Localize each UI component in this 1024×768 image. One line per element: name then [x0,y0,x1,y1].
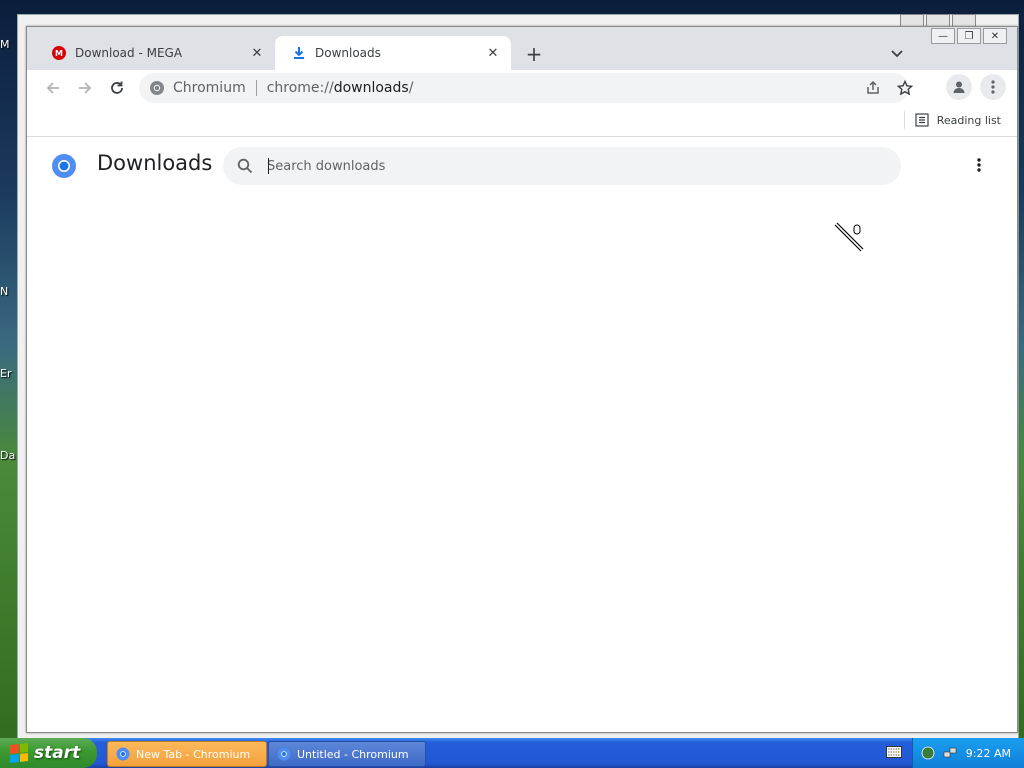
desktop-icon-label[interactable]: Da [0,449,15,462]
desktop-icon-label[interactable]: M [0,38,10,51]
taskbar-item-untitled[interactable]: Untitled - Chromium [268,741,426,767]
tab-title: Downloads [315,46,381,60]
chromium-icon [116,747,130,761]
page-title: Downloads [97,151,213,175]
omnibox-divider [255,80,257,96]
reading-list-label: Reading list [936,113,1001,127]
clock[interactable]: 9:22 AM [966,747,1011,760]
maximize-icon[interactable]: ❐ [957,28,981,44]
reading-list-icon [915,113,929,127]
close-tab-icon[interactable]: ✕ [483,43,503,63]
browser-window: M Download - MEGA ✕ Downloads ✕ + — ❐ ✕ [26,26,1018,733]
desktop-icon-label[interactable]: N [0,285,8,298]
downloads-header: Downloads [27,137,1017,193]
tab-download-mega[interactable]: M Download - MEGA ✕ [35,36,275,70]
chromium-icon [150,81,164,95]
taskbar-item-label: New Tab - Chromium [136,747,251,761]
window-caption-buttons: — ❐ ✕ [931,28,1007,44]
reload-icon[interactable] [103,74,131,102]
browser-toolbar: Chromium chrome://downloads/ [27,70,1017,106]
bookmarks-bar: Reading list [27,106,1017,137]
taskbar-item-new-tab[interactable]: New Tab - Chromium [107,741,267,767]
chromium-icon [277,747,291,761]
keyboard-icon[interactable] [886,745,902,759]
tab-title: Download - MEGA [75,46,183,60]
reading-list-button[interactable]: Reading list [903,111,1001,129]
site-label: Chromium [173,80,246,96]
mega-icon: M [51,45,67,61]
text-caret [268,158,269,174]
security-shield-icon[interactable] [921,746,935,760]
start-label: start [34,743,81,763]
close-window-icon[interactable]: ✕ [983,28,1007,44]
tab-strip: M Download - MEGA ✕ Downloads ✕ + — ❐ ✕ [27,27,1017,70]
more-actions-icon[interactable] [969,155,989,175]
windows-flag-icon [10,743,28,763]
desktop-icon-label[interactable]: Er [0,367,11,380]
minimize-icon[interactable]: — [931,28,955,44]
search-icon [235,156,255,176]
network-icon[interactable] [943,746,957,760]
mouse-cursor-icon [834,222,864,252]
new-tab-button[interactable]: + [522,42,546,66]
taskbar: start New Tab - Chromium Untitled - Chro… [0,738,1024,768]
tab-search-chevron-icon[interactable] [887,44,907,64]
share-icon[interactable] [859,73,887,103]
chromium-logo-icon [52,154,76,178]
url-text: chrome://downloads/ [266,80,414,96]
site-chip[interactable]: Chromium [139,80,246,96]
taskbar-item-label: Untitled - Chromium [297,747,409,761]
system-tray: 9:22 AM [912,738,1024,768]
search-input[interactable] [265,157,869,175]
back-arrow-icon[interactable] [39,74,67,102]
forward-arrow-icon[interactable] [71,74,99,102]
browser-menu-icon[interactable] [980,74,1006,100]
search-downloads-box[interactable] [223,147,901,185]
address-bar[interactable]: Chromium chrome://downloads/ [139,73,913,103]
download-icon [291,45,307,61]
bookmarks-divider [903,111,905,129]
start-button[interactable]: start [0,738,97,768]
tab-downloads[interactable]: Downloads ✕ [275,36,511,70]
bookmark-star-icon[interactable] [891,73,919,103]
close-tab-icon[interactable]: ✕ [247,43,267,63]
profile-avatar-icon[interactable] [946,74,972,100]
